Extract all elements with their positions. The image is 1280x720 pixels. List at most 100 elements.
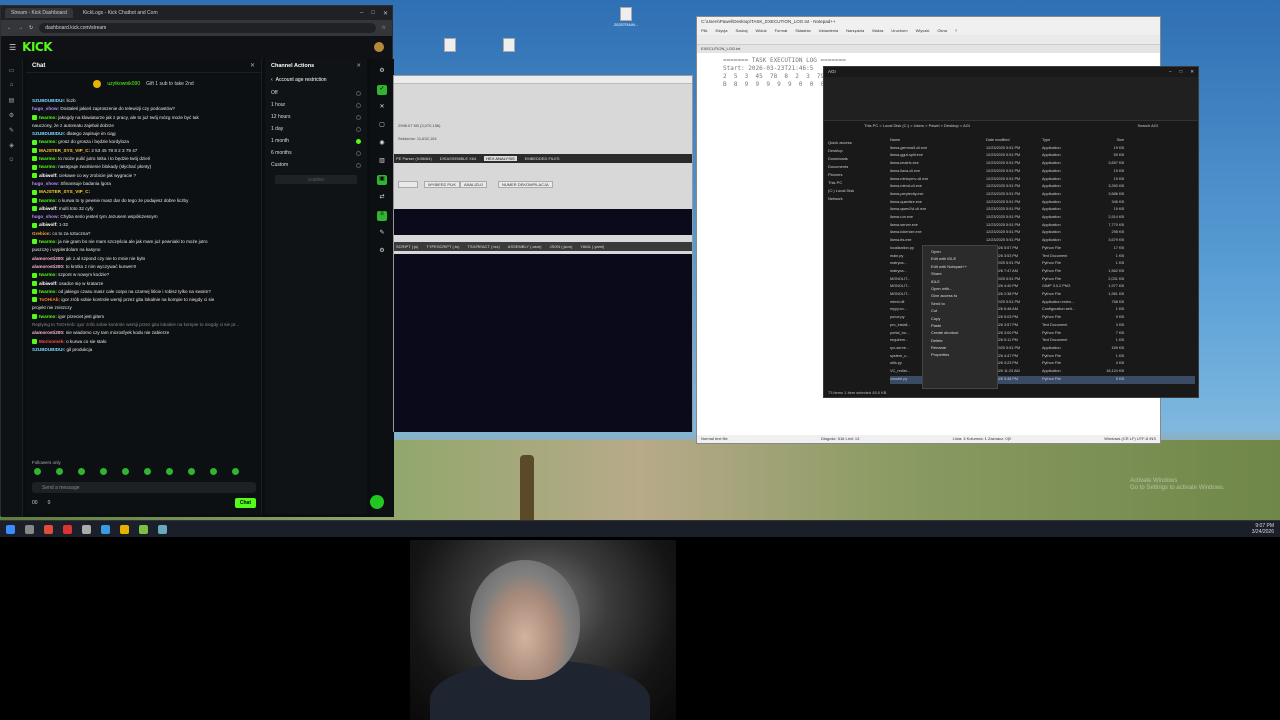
chat-message[interactable]: Morisomek: o kurwa co sie stało bbox=[32, 338, 255, 346]
radio-button[interactable] bbox=[356, 138, 361, 144]
menu-item[interactable]: Edycja bbox=[715, 28, 727, 34]
refresh-fab-button[interactable] bbox=[370, 495, 384, 509]
decompile-button[interactable]: NUMER DEKOMPILACJA bbox=[498, 181, 553, 188]
search-icon[interactable] bbox=[25, 524, 34, 534]
radio-button[interactable] bbox=[356, 102, 361, 108]
chat-message[interactable]: ToOHiAb: igor zrób sobie kontrole wersji… bbox=[32, 296, 255, 304]
chat-message[interactable]: projekt nie zniszczy bbox=[32, 304, 255, 312]
menu-item[interactable]: Makra bbox=[872, 28, 883, 34]
context-menu-item[interactable]: Share bbox=[923, 271, 997, 278]
chat-message[interactable]: twarmo: ja nie gram bo nie mam szczęścia… bbox=[32, 238, 255, 246]
trash-icon[interactable]: ▥ bbox=[377, 157, 387, 167]
chat-username[interactable]: SZUBDUBIDUI: bbox=[32, 347, 65, 352]
emote-icon[interactable] bbox=[100, 468, 107, 475]
settings-icon[interactable]: ⚙ bbox=[8, 112, 15, 119]
bookmark-star-icon[interactable]: ☆ bbox=[382, 25, 386, 31]
context-menu-item[interactable]: Edit with IDLE bbox=[923, 256, 997, 263]
column-header[interactable]: Date modified bbox=[986, 137, 1042, 145]
export-tsx-tab[interactable]: TSX/REACT (.tsx) bbox=[467, 244, 499, 249]
chat-username[interactable]: hugo_show: bbox=[32, 181, 59, 186]
maximize-icon[interactable]: □ bbox=[371, 10, 375, 17]
chat-message[interactable]: twarmo: to może pulić jutro lotka i to b… bbox=[32, 155, 255, 163]
app-icon[interactable] bbox=[82, 524, 91, 534]
chat-username[interactable]: albiwolf: bbox=[39, 173, 58, 178]
tab-disassemble[interactable]: DISASSEMBLE X64 bbox=[440, 156, 476, 161]
nav-item[interactable]: Network bbox=[828, 195, 884, 203]
menu-item[interactable]: ? bbox=[955, 28, 957, 34]
chat-username[interactable]: albiwolf: bbox=[39, 206, 58, 211]
tools-icon[interactable]: ✎ bbox=[8, 127, 15, 134]
chat-message[interactable]: twarmo: o kurwa to ty pewnie masz dar do… bbox=[32, 197, 255, 205]
confirm-button[interactable]: Confirm bbox=[275, 175, 357, 184]
forward-icon[interactable]: → bbox=[18, 25, 23, 31]
check-icon[interactable]: ✓ bbox=[377, 85, 387, 95]
maximize-icon[interactable]: □ bbox=[1180, 69, 1183, 75]
close-icon[interactable]: ✕ bbox=[1190, 69, 1194, 75]
notepad-tab[interactable]: EXECUTION_LOG.txt bbox=[697, 45, 1160, 53]
age-option[interactable]: 1 hour bbox=[265, 99, 367, 111]
chat-message[interactable]: twarmo: jakogdy na klawiaturze jak z pra… bbox=[32, 114, 255, 122]
context-menu-item[interactable]: Give access to bbox=[923, 293, 997, 300]
context-menu-item[interactable]: Properties bbox=[923, 352, 997, 359]
chat-message[interactable]: hugo_show: Dostałeś jakieś zaproszenie d… bbox=[32, 105, 255, 113]
explorer-search[interactable]: Search AGI bbox=[1138, 123, 1158, 128]
shield-icon[interactable]: ◈ bbox=[8, 142, 15, 149]
nav-item[interactable]: Pictures bbox=[828, 171, 884, 179]
context-menu-item[interactable]: Delete bbox=[923, 338, 997, 345]
context-menu-item[interactable]: Create shortcut bbox=[923, 330, 997, 337]
column-header[interactable]: Size bbox=[1094, 137, 1124, 145]
chat-message[interactable]: nauczony, że z automatu zajebał dobrze bbox=[32, 122, 255, 130]
emote-icon[interactable] bbox=[166, 468, 173, 475]
file-row[interactable]: llama-gguf-split.exe 12/23/2025 5:51 PM Ap… bbox=[890, 152, 1195, 160]
chat-username[interactable]: twarmo: bbox=[39, 272, 57, 277]
avatar[interactable] bbox=[374, 42, 384, 52]
age-option[interactable]: 6 months bbox=[265, 147, 367, 159]
age-option[interactable]: 1 month bbox=[265, 135, 367, 147]
context-menu-item[interactable]: Paste bbox=[923, 323, 997, 330]
column-header[interactable]: Type bbox=[1042, 137, 1094, 145]
clock[interactable]: 9:07 PM 3/24/2026 bbox=[1252, 523, 1274, 535]
chat-username[interactable]: SZUBDUBIDUI: bbox=[32, 131, 65, 136]
radio-button[interactable] bbox=[356, 150, 361, 156]
chat-message[interactable]: SZUBDUBIDUI: liczb bbox=[32, 97, 255, 105]
chat-username[interactable]: twarmo: bbox=[39, 289, 57, 294]
file-row[interactable]: llama-llava-cli.exe 12/23/2025 5:51 PM App… bbox=[890, 168, 1195, 176]
browser-tab[interactable]: KickLogs - Kick Chatbot and Com bbox=[77, 8, 164, 18]
gift-banner[interactable]: uzytkownik090 Gift 1 sub to take 2nd bbox=[26, 73, 261, 95]
chat-username[interactable]: alamorosti200: bbox=[32, 330, 64, 335]
filter-icon[interactable]: ≡ bbox=[377, 211, 387, 221]
file-input[interactable] bbox=[398, 181, 418, 188]
menu-item[interactable]: Ustawienia bbox=[819, 28, 839, 34]
emote-icon[interactable] bbox=[188, 468, 195, 475]
chart-icon[interactable]: ▤ bbox=[8, 97, 15, 104]
age-restriction-back[interactable]: ‹ Account age restriction bbox=[265, 73, 367, 87]
chat-username[interactable]: hugo_show: bbox=[32, 214, 59, 219]
menu-item[interactable]: Plik bbox=[701, 28, 707, 34]
close-icon[interactable]: ✕ bbox=[250, 62, 255, 69]
tab-hex-analysis[interactable]: HEX ANALYSIS bbox=[484, 156, 517, 161]
url-input[interactable]: dashboard.kick.com/stream bbox=[39, 23, 376, 33]
explorer-address-bar[interactable]: This PC > Local Disk (C:) > Users > Pawe… bbox=[824, 121, 1198, 131]
chat-message[interactable]: twarmo: szpont w nowym kodzie? bbox=[32, 271, 255, 279]
swap-icon[interactable]: ⇄ bbox=[377, 193, 387, 203]
file-row[interactable]: llama-minicpmv-cli.exe 12/23/2025 5:51 PM… bbox=[890, 176, 1195, 184]
chat-message[interactable]: Replying to ToOHiAb: igor zrób sobie kon… bbox=[32, 321, 255, 329]
menu-item[interactable]: Uruchom bbox=[891, 28, 907, 34]
back-icon[interactable]: ← bbox=[7, 25, 12, 31]
chat-message[interactable]: puszczę i wyplerdolam na kasyno bbox=[32, 246, 255, 254]
chat-message[interactable]: twarmo: igor przeciet jest gitem bbox=[32, 313, 255, 321]
chat-username[interactable]: MAJSTER_SYS_VIP_C: bbox=[39, 189, 90, 194]
chat-message[interactable]: albiwolf: osadce się w kratarze bbox=[32, 280, 255, 288]
pin-icon[interactable]: ▣ bbox=[377, 175, 387, 185]
chat-message[interactable]: alamorosti200: nie wiadomo czy tam micro… bbox=[32, 329, 255, 337]
file-row[interactable]: llama-perplexity.exe 12/23/2025 5:51 PM Ap… bbox=[890, 191, 1195, 199]
browser-tab[interactable]: Stream - Kick Dashboard bbox=[5, 8, 73, 18]
desktop-file-icon[interactable] bbox=[444, 38, 456, 52]
context-menu-item[interactable]: Rename bbox=[923, 345, 997, 352]
chat-message[interactable]: albiwolf: 1-32 bbox=[32, 221, 255, 229]
nav-item[interactable]: (C:) Local Disk bbox=[828, 187, 884, 195]
close-icon[interactable]: ✕ bbox=[377, 103, 387, 113]
context-menu-item[interactable]: Cut bbox=[923, 308, 997, 315]
nav-item[interactable]: Documents bbox=[828, 163, 884, 171]
file-row[interactable]: llama-tts.exe 12/23/2025 5:51 PM Applicati… bbox=[890, 237, 1195, 245]
